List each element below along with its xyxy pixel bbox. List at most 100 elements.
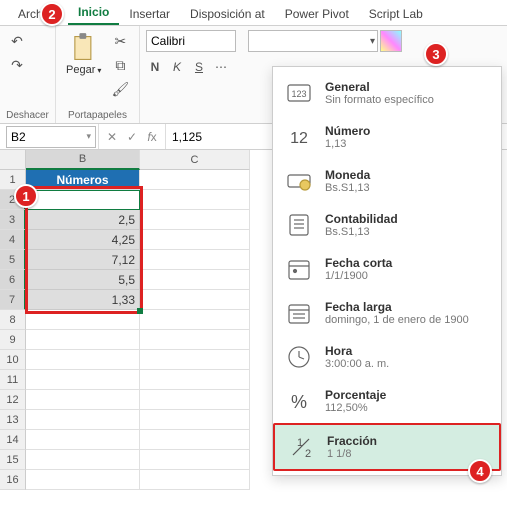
row-header[interactable]: 16 bbox=[0, 470, 26, 490]
number-icon: 12 bbox=[283, 121, 315, 153]
format-option-accounting[interactable]: ContabilidadBs.S1,13 bbox=[273, 203, 501, 247]
clipboard-group-label: Portapapeles bbox=[62, 110, 133, 121]
row-header[interactable]: 8 bbox=[0, 310, 26, 330]
accounting-icon bbox=[283, 209, 315, 241]
cell[interactable] bbox=[26, 350, 140, 370]
cell[interactable] bbox=[140, 370, 250, 390]
currency-icon bbox=[283, 165, 315, 197]
dateshort-icon bbox=[283, 253, 315, 285]
fill-handle[interactable] bbox=[137, 308, 143, 314]
format-option-dateshort[interactable]: Fecha corta1/1/1900 bbox=[273, 247, 501, 291]
format-option-number[interactable]: 12Número1,13 bbox=[273, 115, 501, 159]
cell[interactable] bbox=[140, 190, 250, 210]
cell[interactable] bbox=[140, 250, 250, 270]
copy-button[interactable]: ⧉ bbox=[109, 54, 131, 76]
cell[interactable] bbox=[26, 430, 140, 450]
cell[interactable] bbox=[140, 410, 250, 430]
cell[interactable] bbox=[26, 450, 140, 470]
row-header[interactable]: 9 bbox=[0, 330, 26, 350]
cell[interactable] bbox=[26, 310, 140, 330]
fraction-icon: 12 bbox=[285, 431, 317, 463]
column-header-c[interactable]: C bbox=[140, 150, 250, 170]
font-group: NKS⋯ bbox=[140, 26, 242, 123]
undo-group-label: Deshacer bbox=[6, 110, 49, 121]
row-header[interactable]: 5 bbox=[0, 250, 26, 270]
row-header[interactable]: 11 bbox=[0, 370, 26, 390]
column-header-b[interactable]: B bbox=[26, 150, 140, 170]
format-option-datelong[interactable]: Fecha largadomingo, 1 de enero de 1900 bbox=[273, 291, 501, 335]
cell[interactable] bbox=[140, 430, 250, 450]
cell[interactable] bbox=[140, 470, 250, 490]
cell[interactable] bbox=[140, 270, 250, 290]
cell[interactable] bbox=[140, 350, 250, 370]
font-style-n[interactable]: N bbox=[146, 56, 164, 78]
fx-button[interactable]: fx bbox=[143, 130, 161, 144]
tab-inicio[interactable]: Inicio bbox=[68, 1, 119, 25]
row-header[interactable]: 10 bbox=[0, 350, 26, 370]
callout-3: 3 bbox=[424, 42, 448, 66]
cut-button[interactable]: ✂ bbox=[109, 30, 131, 52]
percent-icon: % bbox=[283, 385, 315, 417]
ribbon-tabs: ArchivoInicioInsertarDisposición atPower… bbox=[0, 0, 507, 26]
svg-text:123: 123 bbox=[291, 89, 306, 99]
format-option-fraction[interactable]: 12Fracción1 1/8 bbox=[273, 423, 501, 471]
cell[interactable]: 7,12 bbox=[26, 250, 140, 270]
redo-button[interactable]: ↷ bbox=[6, 54, 28, 76]
format-painter-button[interactable]: 🖌 bbox=[109, 78, 131, 100]
cell[interactable]: Números bbox=[26, 170, 140, 190]
tab-script lab[interactable]: Script Lab bbox=[359, 3, 433, 25]
row-header[interactable]: 13 bbox=[0, 410, 26, 430]
undo-button[interactable]: ↶ bbox=[6, 30, 28, 52]
cell[interactable] bbox=[140, 170, 250, 190]
row-header[interactable]: 14 bbox=[0, 430, 26, 450]
format-option-currency[interactable]: MonedaBs.S1,13 bbox=[273, 159, 501, 203]
callout-1: 1 bbox=[14, 184, 38, 208]
font-name-select[interactable] bbox=[146, 30, 236, 52]
format-option-time[interactable]: Hora3:00:00 a. m. bbox=[273, 335, 501, 379]
confirm-formula-button[interactable]: ✓ bbox=[123, 130, 141, 144]
number-format-dropdown[interactable] bbox=[248, 30, 378, 52]
font-more-button[interactable]: ⋯ bbox=[212, 56, 230, 78]
font-style-k[interactable]: K bbox=[168, 56, 186, 78]
cancel-formula-button[interactable]: ✕ bbox=[103, 130, 121, 144]
cell[interactable] bbox=[26, 390, 140, 410]
row-header[interactable]: 15 bbox=[0, 450, 26, 470]
format-option-general[interactable]: 123GeneralSin formato específico bbox=[273, 71, 501, 115]
row-header[interactable]: 4 bbox=[0, 230, 26, 250]
cell[interactable]: 4,25 bbox=[26, 230, 140, 250]
format-option-percent[interactable]: %Porcentaje112,50% bbox=[273, 379, 501, 423]
general-icon: 123 bbox=[283, 77, 315, 109]
svg-text:%: % bbox=[291, 392, 307, 412]
cell[interactable] bbox=[26, 370, 140, 390]
row-header[interactable]: 6 bbox=[0, 270, 26, 290]
cell[interactable] bbox=[140, 230, 250, 250]
row-header[interactable]: 7 bbox=[0, 290, 26, 310]
font-style-s[interactable]: S bbox=[190, 56, 208, 78]
cell[interactable] bbox=[140, 330, 250, 350]
select-all-corner[interactable] bbox=[0, 150, 26, 170]
number-format-menu: 123GeneralSin formato específico12Número… bbox=[272, 66, 502, 476]
callout-2: 2 bbox=[40, 2, 64, 26]
cell[interactable] bbox=[140, 290, 250, 310]
cell[interactable] bbox=[26, 410, 140, 430]
cell[interactable] bbox=[26, 330, 140, 350]
cell[interactable] bbox=[140, 310, 250, 330]
cell[interactable]: 1,33 bbox=[26, 290, 140, 310]
cell-styles-button[interactable] bbox=[380, 30, 402, 52]
tab-insertar[interactable]: Insertar bbox=[119, 3, 180, 25]
cell[interactable]: 5,5 bbox=[26, 270, 140, 290]
cell[interactable] bbox=[140, 450, 250, 470]
cell[interactable]: 1,125 bbox=[26, 190, 140, 210]
cell[interactable] bbox=[140, 210, 250, 230]
cell[interactable] bbox=[26, 470, 140, 490]
cell[interactable]: 2,5 bbox=[26, 210, 140, 230]
name-box[interactable]: B2 bbox=[6, 126, 96, 148]
paste-button[interactable]: Pegar▾ bbox=[62, 30, 105, 78]
cell[interactable] bbox=[140, 390, 250, 410]
row-header[interactable]: 12 bbox=[0, 390, 26, 410]
svg-text:2: 2 bbox=[305, 448, 311, 460]
tab-disposición at[interactable]: Disposición at bbox=[180, 3, 275, 25]
row-header[interactable]: 3 bbox=[0, 210, 26, 230]
tab-power pivot[interactable]: Power Pivot bbox=[275, 3, 359, 25]
callout-4: 4 bbox=[468, 459, 492, 483]
